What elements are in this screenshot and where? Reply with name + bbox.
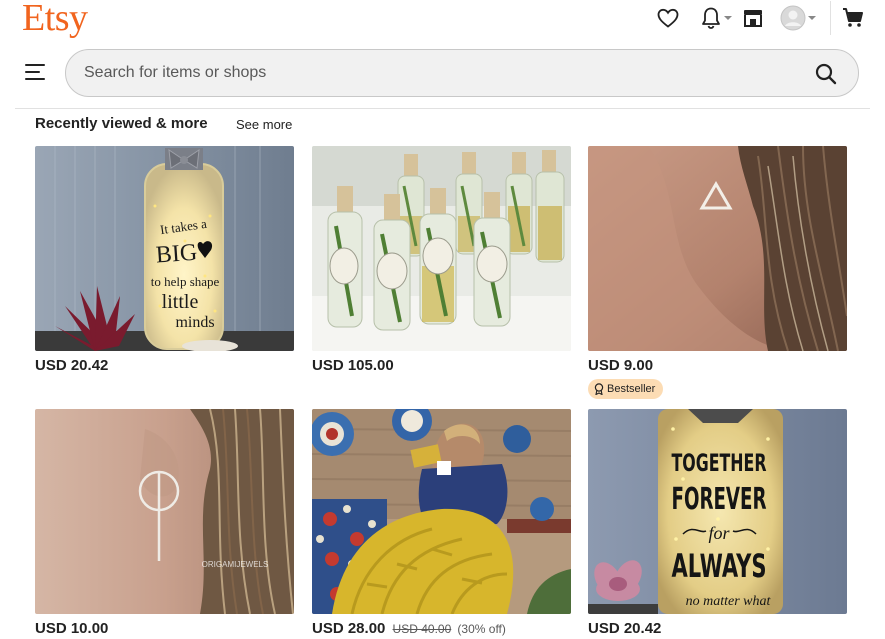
search-bar bbox=[65, 49, 859, 97]
svg-text:to help shape: to help shape bbox=[151, 274, 220, 289]
see-more-link[interactable]: See more bbox=[236, 117, 292, 132]
section-title: Recently viewed & more bbox=[35, 115, 208, 132]
avatar-icon bbox=[780, 5, 806, 31]
listing-image[interactable] bbox=[588, 146, 847, 351]
listing-price: USD 20.42 bbox=[35, 357, 109, 374]
svg-text:little: little bbox=[162, 291, 199, 313]
menu-button[interactable] bbox=[25, 64, 45, 82]
chevron-down-icon bbox=[724, 16, 732, 20]
header-divider bbox=[830, 1, 831, 35]
bell-icon bbox=[702, 7, 720, 29]
discount-label: (30% off) bbox=[457, 622, 506, 636]
svg-text:TOGETHER: TOGETHER bbox=[672, 449, 767, 477]
listing-card[interactable]: It takes a BIG to help shape little mind… bbox=[35, 146, 294, 374]
shop-icon bbox=[744, 10, 762, 27]
circle-earring-photo: ORIGAMIJEWELS bbox=[35, 409, 294, 614]
search-icon bbox=[815, 63, 837, 85]
svg-text:ALWAYS: ALWAYS bbox=[672, 547, 767, 585]
account-button[interactable] bbox=[780, 5, 816, 31]
hamburger-icon-bar bbox=[25, 71, 40, 73]
badge-label: Bestseller bbox=[607, 383, 656, 395]
hamburger-icon-bar bbox=[25, 64, 45, 66]
listing-price: USD 9.00 bbox=[588, 357, 654, 374]
listing-card[interactable]: TOGETHER FOREVER for ALWAYS no matter wh… bbox=[588, 409, 847, 637]
header-divider-line bbox=[15, 108, 870, 109]
listing-image[interactable] bbox=[312, 409, 571, 614]
svg-text:minds: minds bbox=[175, 314, 214, 331]
listing-image[interactable]: TOGETHER FOREVER for ALWAYS no matter wh… bbox=[588, 409, 847, 614]
original-price: USD 40.00 bbox=[392, 622, 452, 636]
oil-bottles-photo bbox=[312, 146, 571, 351]
listing-card[interactable]: USD 9.00 Bestseller bbox=[588, 146, 847, 400]
award-icon bbox=[594, 383, 604, 395]
listing-price: USD 28.00 USD 40.00 (30% off) bbox=[312, 620, 571, 637]
listing-card[interactable]: USD 28.00 USD 40.00 (30% off) bbox=[312, 409, 571, 637]
bottle-lamp-photo: It takes a BIG to help shape little mind… bbox=[35, 146, 294, 351]
listing-price: USD 10.00 bbox=[35, 620, 109, 637]
knit-blanket-photo bbox=[312, 409, 571, 614]
cart-button[interactable] bbox=[841, 6, 865, 30]
listing-image[interactable] bbox=[312, 146, 571, 351]
svg-text:BIG: BIG bbox=[155, 240, 198, 269]
listing-price: USD 20.42 bbox=[588, 620, 662, 637]
bestseller-badge: Bestseller bbox=[588, 379, 664, 399]
header-actions bbox=[650, 1, 865, 35]
svg-text:for: for bbox=[708, 523, 730, 543]
shop-manager-button[interactable] bbox=[742, 7, 764, 29]
listing-card[interactable]: USD 105.00 bbox=[312, 146, 571, 374]
listing-image[interactable]: It takes a BIG to help shape little mind… bbox=[35, 146, 294, 351]
site-header: Etsy bbox=[0, 0, 885, 110]
svg-text:FOREVER: FOREVER bbox=[672, 482, 767, 517]
search-button[interactable] bbox=[814, 62, 838, 86]
listing-image[interactable]: ORIGAMIJEWELS bbox=[35, 409, 294, 614]
listing-card[interactable]: ORIGAMIJEWELS USD 10.00 bbox=[35, 409, 294, 637]
search-input[interactable] bbox=[84, 50, 784, 96]
svg-text:no matter what: no matter what bbox=[686, 594, 772, 609]
etsy-logo[interactable]: Etsy bbox=[22, 0, 88, 40]
cart-icon bbox=[843, 8, 863, 27]
notifications-button[interactable] bbox=[700, 6, 732, 30]
triangle-earring-photo bbox=[588, 146, 847, 351]
heart-icon bbox=[657, 8, 679, 28]
watermark-text: ORIGAMIJEWELS bbox=[202, 560, 269, 569]
listing-price: USD 105.00 bbox=[312, 357, 394, 374]
hamburger-icon-bar bbox=[25, 78, 45, 80]
sale-price: USD 28.00 bbox=[312, 620, 386, 637]
together-forever-lamp-photo: TOGETHER FOREVER for ALWAYS no matter wh… bbox=[588, 409, 847, 614]
chevron-down-icon bbox=[808, 16, 816, 20]
favorites-button[interactable] bbox=[656, 6, 680, 30]
